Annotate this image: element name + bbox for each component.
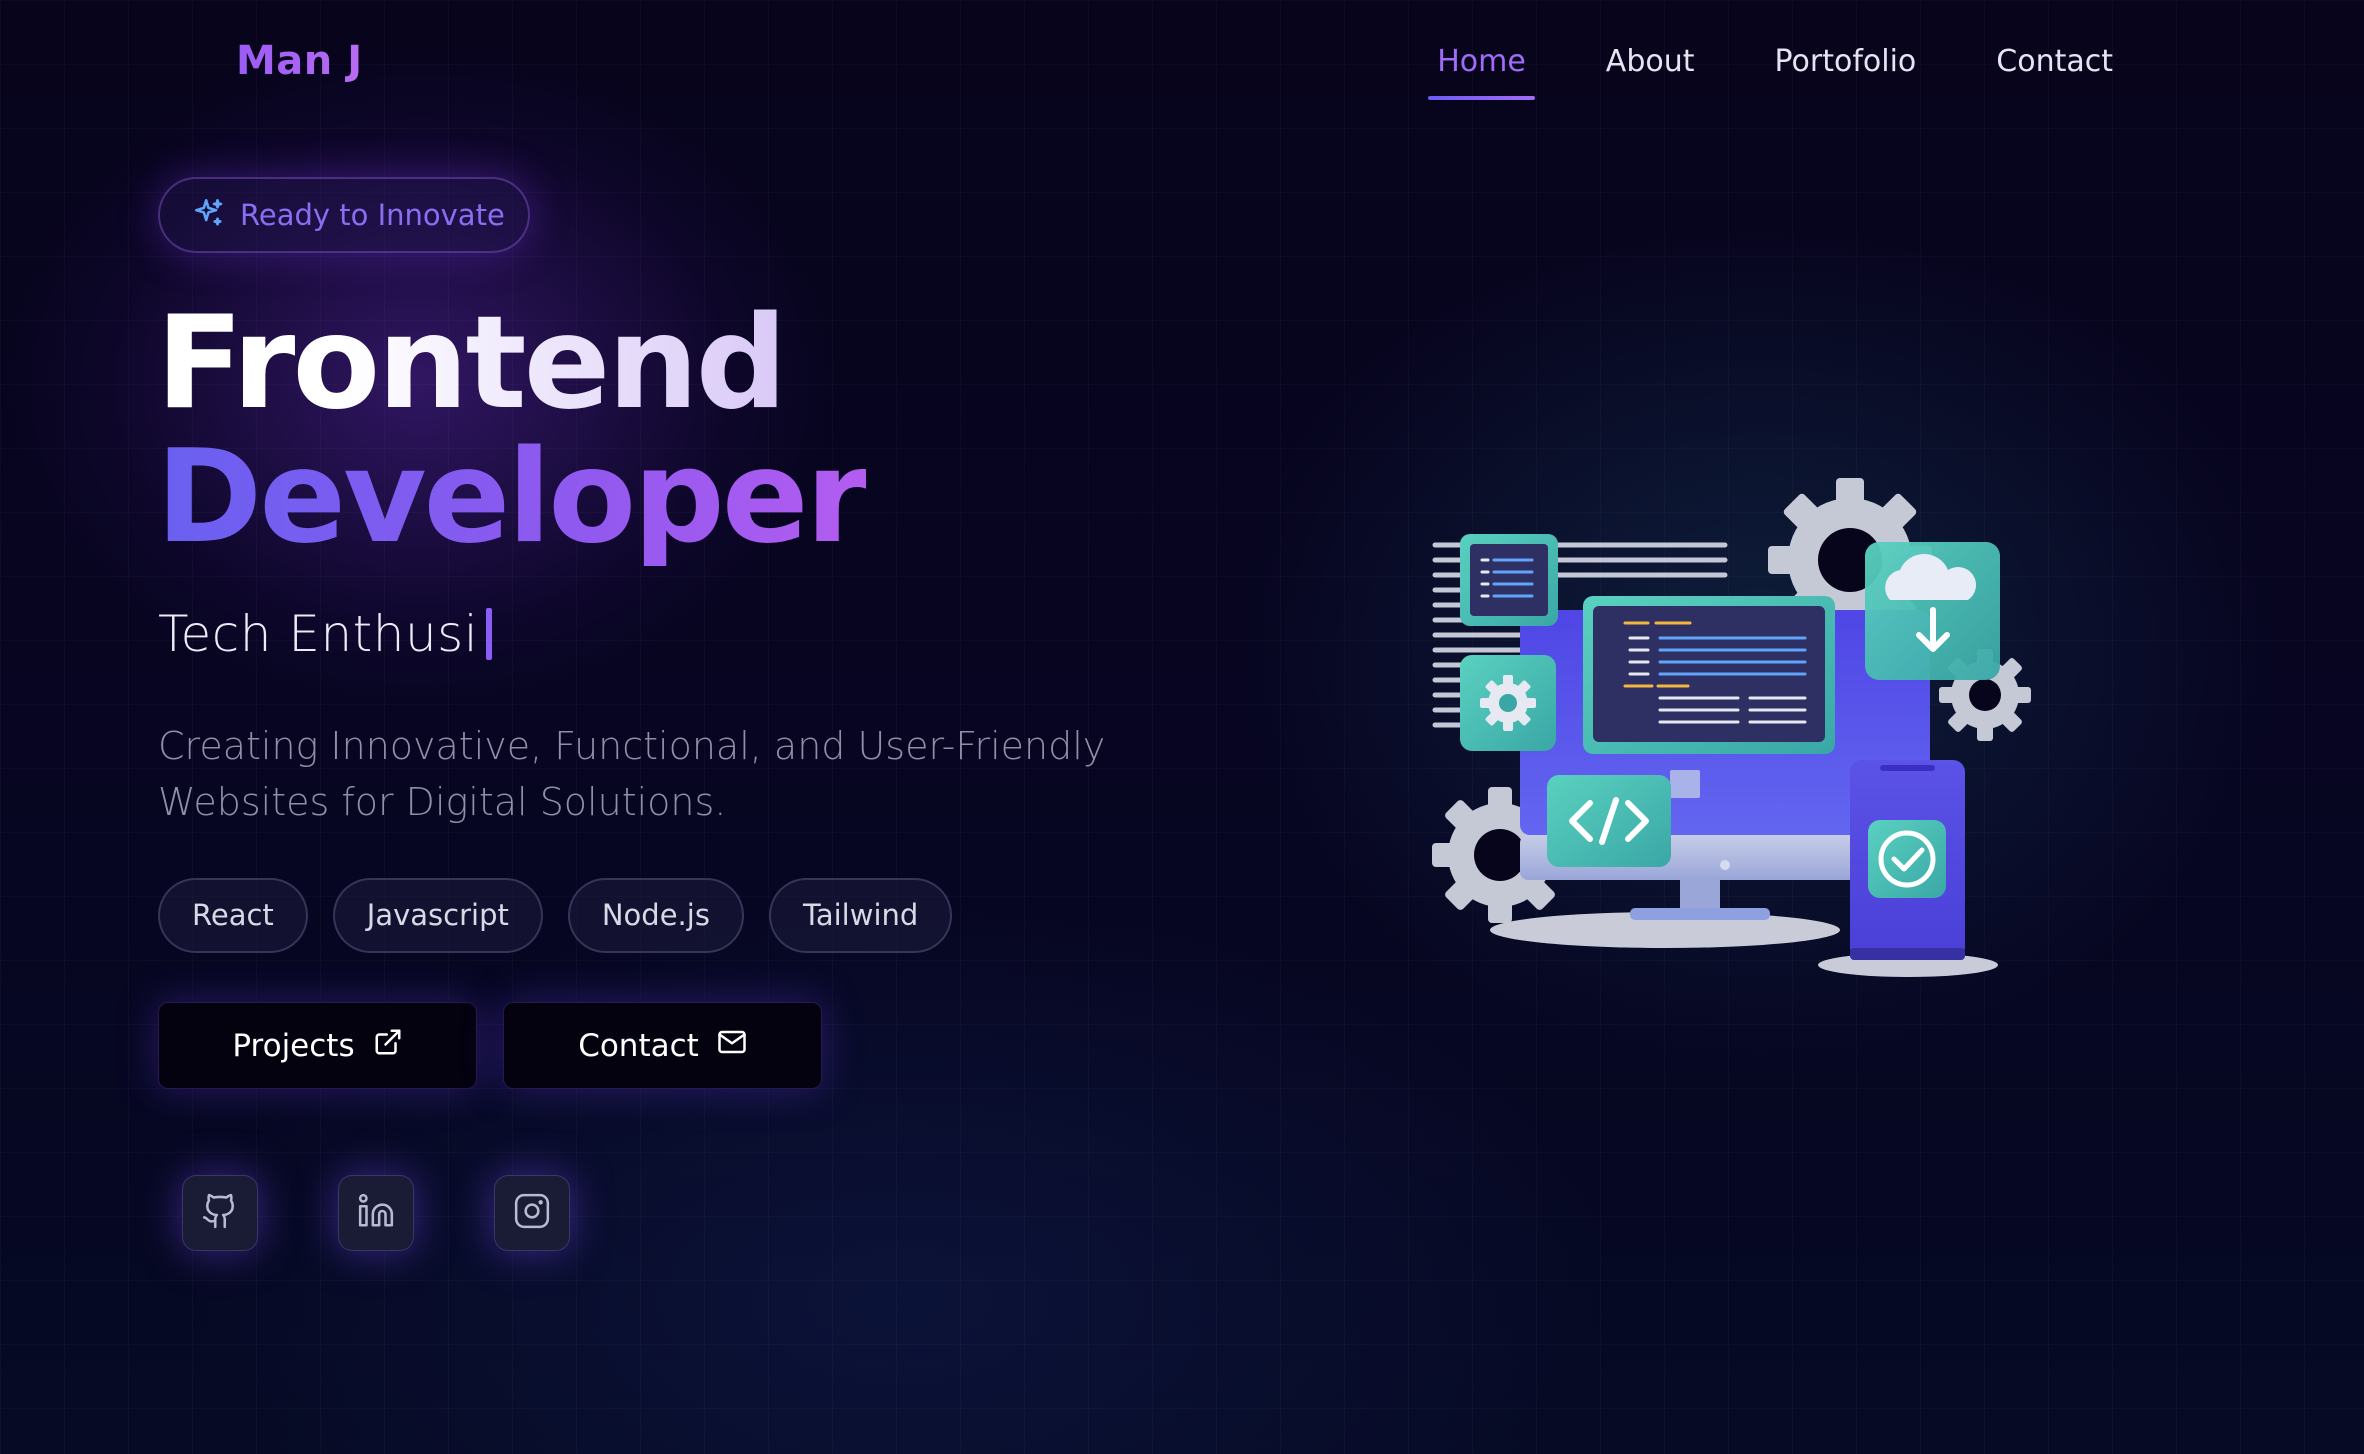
instagram-icon (513, 1192, 551, 1234)
document-card (1460, 534, 1558, 626)
chip-nodejs: Node.js (567, 878, 744, 953)
cloud-download-card (1865, 542, 2000, 680)
github-icon (201, 1192, 239, 1234)
projects-button-label: Projects (232, 1027, 355, 1064)
site-logo[interactable]: Man J (236, 38, 363, 84)
code-window (1583, 596, 1835, 754)
nav-item-about[interactable]: About (1598, 42, 1703, 100)
projects-button[interactable]: Projects (158, 1002, 477, 1089)
nav-item-home[interactable]: Home (1428, 42, 1535, 100)
developer-workspace-illustration (1420, 470, 2040, 990)
main-nav: Home About Portofolio Contact (1365, 42, 2121, 100)
chip-javascript: Javascript (332, 878, 543, 953)
hero-title-line1: Frontend (156, 289, 787, 438)
nav-item-portofolio[interactable]: Portofolio (1767, 42, 1925, 100)
typing-text: Tech Enthusi (158, 605, 479, 663)
instagram-link[interactable] (494, 1175, 570, 1251)
ready-badge: Ready to Innovate (158, 177, 530, 253)
contact-button-label: Contact (578, 1027, 699, 1064)
page: Man J Home About Portofolio Contact Read… (0, 0, 2364, 1454)
contact-button[interactable]: Contact (503, 1002, 822, 1089)
chip-react: React (158, 878, 308, 953)
social-links (182, 1175, 570, 1251)
code-tag-card (1547, 775, 1671, 867)
linkedin-link[interactable] (338, 1175, 414, 1251)
typing-caret (486, 608, 493, 660)
linkedin-icon (357, 1192, 395, 1234)
github-link[interactable] (182, 1175, 258, 1251)
external-link-icon (373, 1027, 403, 1065)
hero-title-line2: Developer (156, 423, 869, 572)
settings-card (1460, 655, 1556, 751)
typing-line: Tech Enthusi (158, 605, 493, 663)
chip-tailwind: Tailwind (768, 878, 953, 953)
nav-item-contact[interactable]: Contact (1988, 42, 2121, 100)
tech-chips: React Javascript Node.js Tailwind (158, 878, 953, 953)
cta-buttons: Projects Contact (158, 1002, 822, 1089)
sparkles-icon (192, 196, 226, 234)
hero-description: Creating Innovative, Functional, and Use… (158, 724, 1106, 824)
badge-label: Ready to Innovate (240, 198, 505, 232)
mail-icon (717, 1027, 747, 1065)
